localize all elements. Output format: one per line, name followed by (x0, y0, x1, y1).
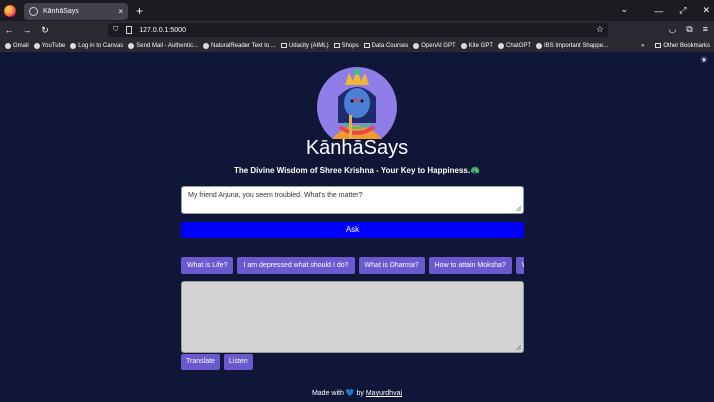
chevron-right-icon[interactable]: » (641, 43, 644, 49)
url-text[interactable]: 127.0.0.1:5000 (139, 27, 186, 34)
globe-icon (536, 42, 543, 49)
app-title: KānhāSays (305, 137, 409, 159)
bookmark-item[interactable]: ChatGPT (498, 42, 532, 49)
author-link[interactable]: Mayurdhvaj (366, 390, 402, 397)
bookmark-label: Log in to Canvas (78, 42, 124, 49)
bookmark-label: Udacity (AIML) (288, 42, 329, 49)
browser-tab[interactable]: KānhāSays × (24, 2, 128, 20)
suggestion-chip[interactable]: What is Life? (181, 257, 234, 274)
bookmark-item[interactable]: IBS Important Shappe... (536, 42, 609, 49)
bookmark-label: ChatGPT (506, 42, 532, 49)
restore-icon[interactable]: ⤢ (679, 5, 686, 16)
bookmark-label: YouTube (41, 42, 66, 49)
star-icon[interactable]: ☆ (596, 24, 604, 35)
suggestion-chip[interactable]: I am depressed what should I do? (237, 257, 355, 274)
bookmarks-bar: Gmail YouTube Log in to Canvas Send Mail… (0, 39, 714, 52)
folder-icon (280, 43, 287, 48)
listen-button[interactable]: Listen (224, 354, 253, 370)
bookmark-item[interactable]: NaturalReader Text to ... (202, 42, 276, 49)
bookmark-label: Send Mail - Authentic... (136, 42, 198, 49)
footer-by: by (356, 390, 364, 397)
suggestion-chip[interactable]: What is Karma? (515, 257, 524, 274)
reload-icon[interactable]: ↻ (36, 25, 54, 36)
bookmark-folder[interactable]: Shops (333, 42, 359, 49)
bookmark-item[interactable]: Log in to Canvas (70, 42, 124, 49)
minimize-icon[interactable]: — (654, 6, 663, 16)
window-controls: — ⤢ ✕ (654, 0, 710, 21)
bookmark-item[interactable]: OpenAI GPT (413, 42, 456, 49)
youtube-icon (33, 42, 40, 49)
suggestion-chip[interactable]: What is Dharma? (358, 257, 425, 274)
bookmark-label: IBS Important Shappe... (544, 42, 609, 49)
bookmark-item[interactable]: Gmail (5, 42, 29, 49)
folder-icon (333, 43, 340, 48)
pocket-icon[interactable]: ◡ (668, 24, 676, 35)
globe-icon (460, 42, 467, 49)
new-tab-button[interactable]: + (136, 5, 143, 17)
bookmark-label: OpenAI GPT (421, 42, 456, 49)
bookmark-label: Gmail (13, 42, 29, 49)
bookmark-folder[interactable]: Udacity (AIML) (280, 42, 329, 49)
translate-button[interactable]: Translate (181, 354, 220, 370)
bookmark-folder[interactable]: Data Courses (363, 42, 409, 49)
list-tabs-icon[interactable]: ⌄ (620, 4, 628, 15)
bookmark-item[interactable]: Send Mail - Authentic... (128, 42, 198, 49)
theme-toggle-icon[interactable]: ☀ (700, 55, 708, 66)
menu-icon[interactable]: ≡ (703, 24, 708, 35)
resize-handle-icon[interactable] (516, 206, 521, 211)
close-window-icon[interactable]: ✕ (702, 5, 710, 16)
tab-close-icon[interactable]: × (118, 7, 123, 16)
folder-icon (363, 43, 370, 48)
url-bar[interactable]: ⛉ 127.0.0.1:5000 ☆ (108, 23, 608, 37)
tab-bar: KānhāSays × + ⌄ — ⤢ ✕ (0, 0, 714, 21)
extensions-icon[interactable]: ⧉ (686, 24, 692, 35)
back-icon[interactable]: ← (0, 25, 18, 35)
bookmark-label: Kite GPT (468, 42, 493, 49)
resize-handle-icon[interactable] (516, 345, 521, 350)
toolbar-icons: ◡ ⧉ ≡ (668, 24, 708, 35)
globe-icon (128, 42, 135, 49)
folder-icon (655, 43, 662, 48)
suggestion-chips: What is Life? I am depressed what should… (181, 257, 524, 274)
navigation-toolbar: ← → ↻ ⛉ 127.0.0.1:5000 ☆ ◡ ⧉ ≡ (0, 21, 714, 39)
tab-title: KānhāSays (43, 7, 79, 15)
footer-made-with: Made with (311, 390, 344, 397)
krishna-avatar (317, 67, 397, 139)
bookmarks-overflow: » Other Bookmarks (636, 39, 710, 52)
question-input[interactable]: My friend Arjuna, you seem troubled. Wha… (181, 186, 524, 214)
answer-output[interactable] (181, 281, 524, 353)
globe-icon (498, 42, 504, 49)
shield-icon[interactable]: ⛉ (113, 26, 118, 34)
globe-icon (70, 42, 77, 49)
globe-icon (202, 42, 209, 49)
bookmark-item[interactable]: YouTube (33, 42, 66, 49)
tagline: The Divine Wisdom of Shree Krishna - You… (233, 166, 481, 175)
question-text: My friend Arjuna, you seem troubled. Wha… (188, 192, 363, 199)
suggestion-chip[interactable]: How to attain Moksha? (428, 257, 512, 274)
page-icon (126, 26, 133, 34)
gmail-icon (5, 42, 11, 49)
bookmark-label: Shops (341, 42, 359, 49)
firefox-logo-icon (4, 4, 16, 17)
forward-icon[interactable]: → (18, 25, 36, 35)
bookmark-label: Other Bookmarks (663, 42, 710, 49)
ask-button[interactable]: Ask (181, 222, 524, 238)
globe-icon (29, 6, 38, 16)
footer: Made with 💙 by Mayurdhvaj (0, 389, 714, 397)
bookmark-item[interactable]: Kite GPT (460, 42, 493, 49)
bookmark-label: Data Courses (371, 42, 409, 49)
bookmark-label: NaturalReader Text to ... (210, 42, 276, 49)
other-bookmarks[interactable]: Other Bookmarks (655, 43, 710, 49)
globe-icon (413, 42, 420, 49)
heart-icon: 💙 (345, 390, 355, 397)
